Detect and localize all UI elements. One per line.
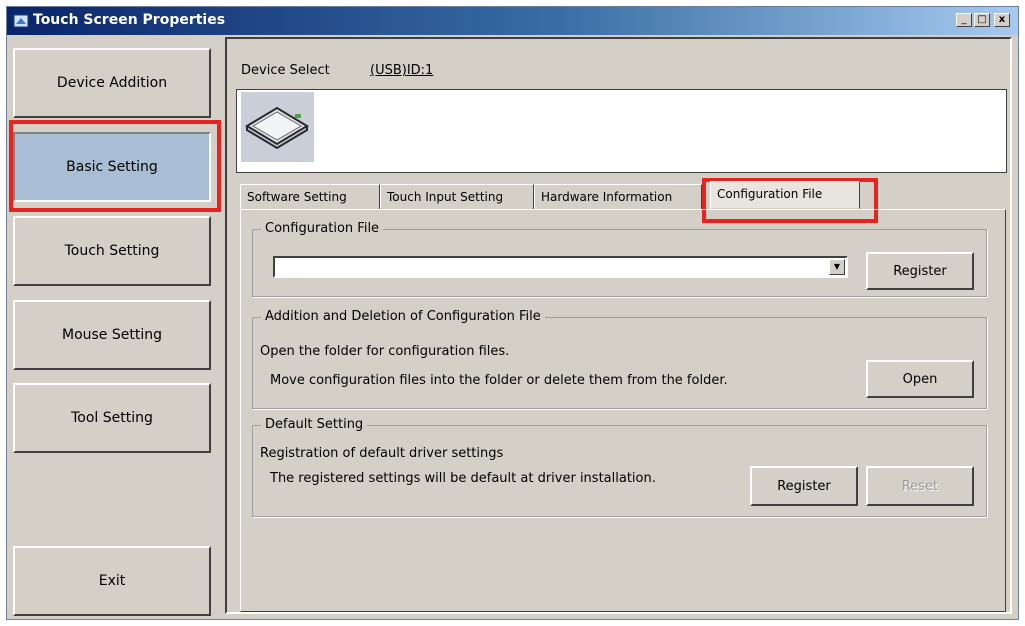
minimize-button[interactable]: _: [956, 13, 972, 27]
open-folder-text: Open the folder for configuration files.: [260, 344, 510, 359]
default-setting-legend: Default Setting: [261, 417, 368, 432]
default-reset-button: Reset: [866, 466, 974, 506]
configuration-file-legend: Configuration File: [261, 221, 384, 236]
maximize-button[interactable]: □: [974, 13, 990, 27]
device-list[interactable]: [236, 89, 1007, 173]
touch-panel-icon[interactable]: [241, 92, 314, 162]
dropdown-arrow-icon[interactable]: ▼: [829, 259, 845, 275]
close-button[interactable]: x: [994, 13, 1010, 27]
tab-configuration-file[interactable]: Configuration File: [710, 181, 860, 209]
device-select-value[interactable]: (USB)ID:1: [370, 63, 433, 78]
nav-basic-setting-button[interactable]: Basic Setting: [13, 132, 211, 202]
registered-settings-text: The registered settings will be default …: [270, 471, 656, 486]
nav-mouse-setting-button[interactable]: Mouse Setting: [13, 300, 211, 370]
open-folder-button[interactable]: Open: [866, 360, 974, 398]
exit-button[interactable]: Exit: [13, 546, 211, 616]
default-register-button[interactable]: Register: [750, 466, 858, 506]
nav-device-addition-button[interactable]: Device Addition: [13, 48, 211, 118]
nav-touch-setting-button[interactable]: Touch Setting: [13, 216, 211, 286]
tab-hardware-information[interactable]: Hardware Information: [534, 184, 702, 210]
window-title: Touch Screen Properties: [33, 12, 226, 28]
device-select-label: Device Select: [241, 63, 330, 78]
addition-deletion-legend: Addition and Deletion of Configuration F…: [261, 309, 545, 324]
configuration-file-combobox[interactable]: ▼: [273, 256, 848, 278]
config-register-button[interactable]: Register: [866, 252, 974, 290]
app-icon: [13, 14, 29, 28]
move-files-text: Move configuration files into the folder…: [270, 373, 728, 388]
registration-text: Registration of default driver settings: [260, 446, 504, 461]
tab-software-setting[interactable]: Software Setting: [240, 184, 380, 210]
nav-tool-setting-button[interactable]: Tool Setting: [13, 383, 211, 453]
tab-touch-input-setting[interactable]: Touch Input Setting: [380, 184, 534, 210]
title-bar: Touch Screen Properties _ □ x: [7, 7, 1018, 35]
